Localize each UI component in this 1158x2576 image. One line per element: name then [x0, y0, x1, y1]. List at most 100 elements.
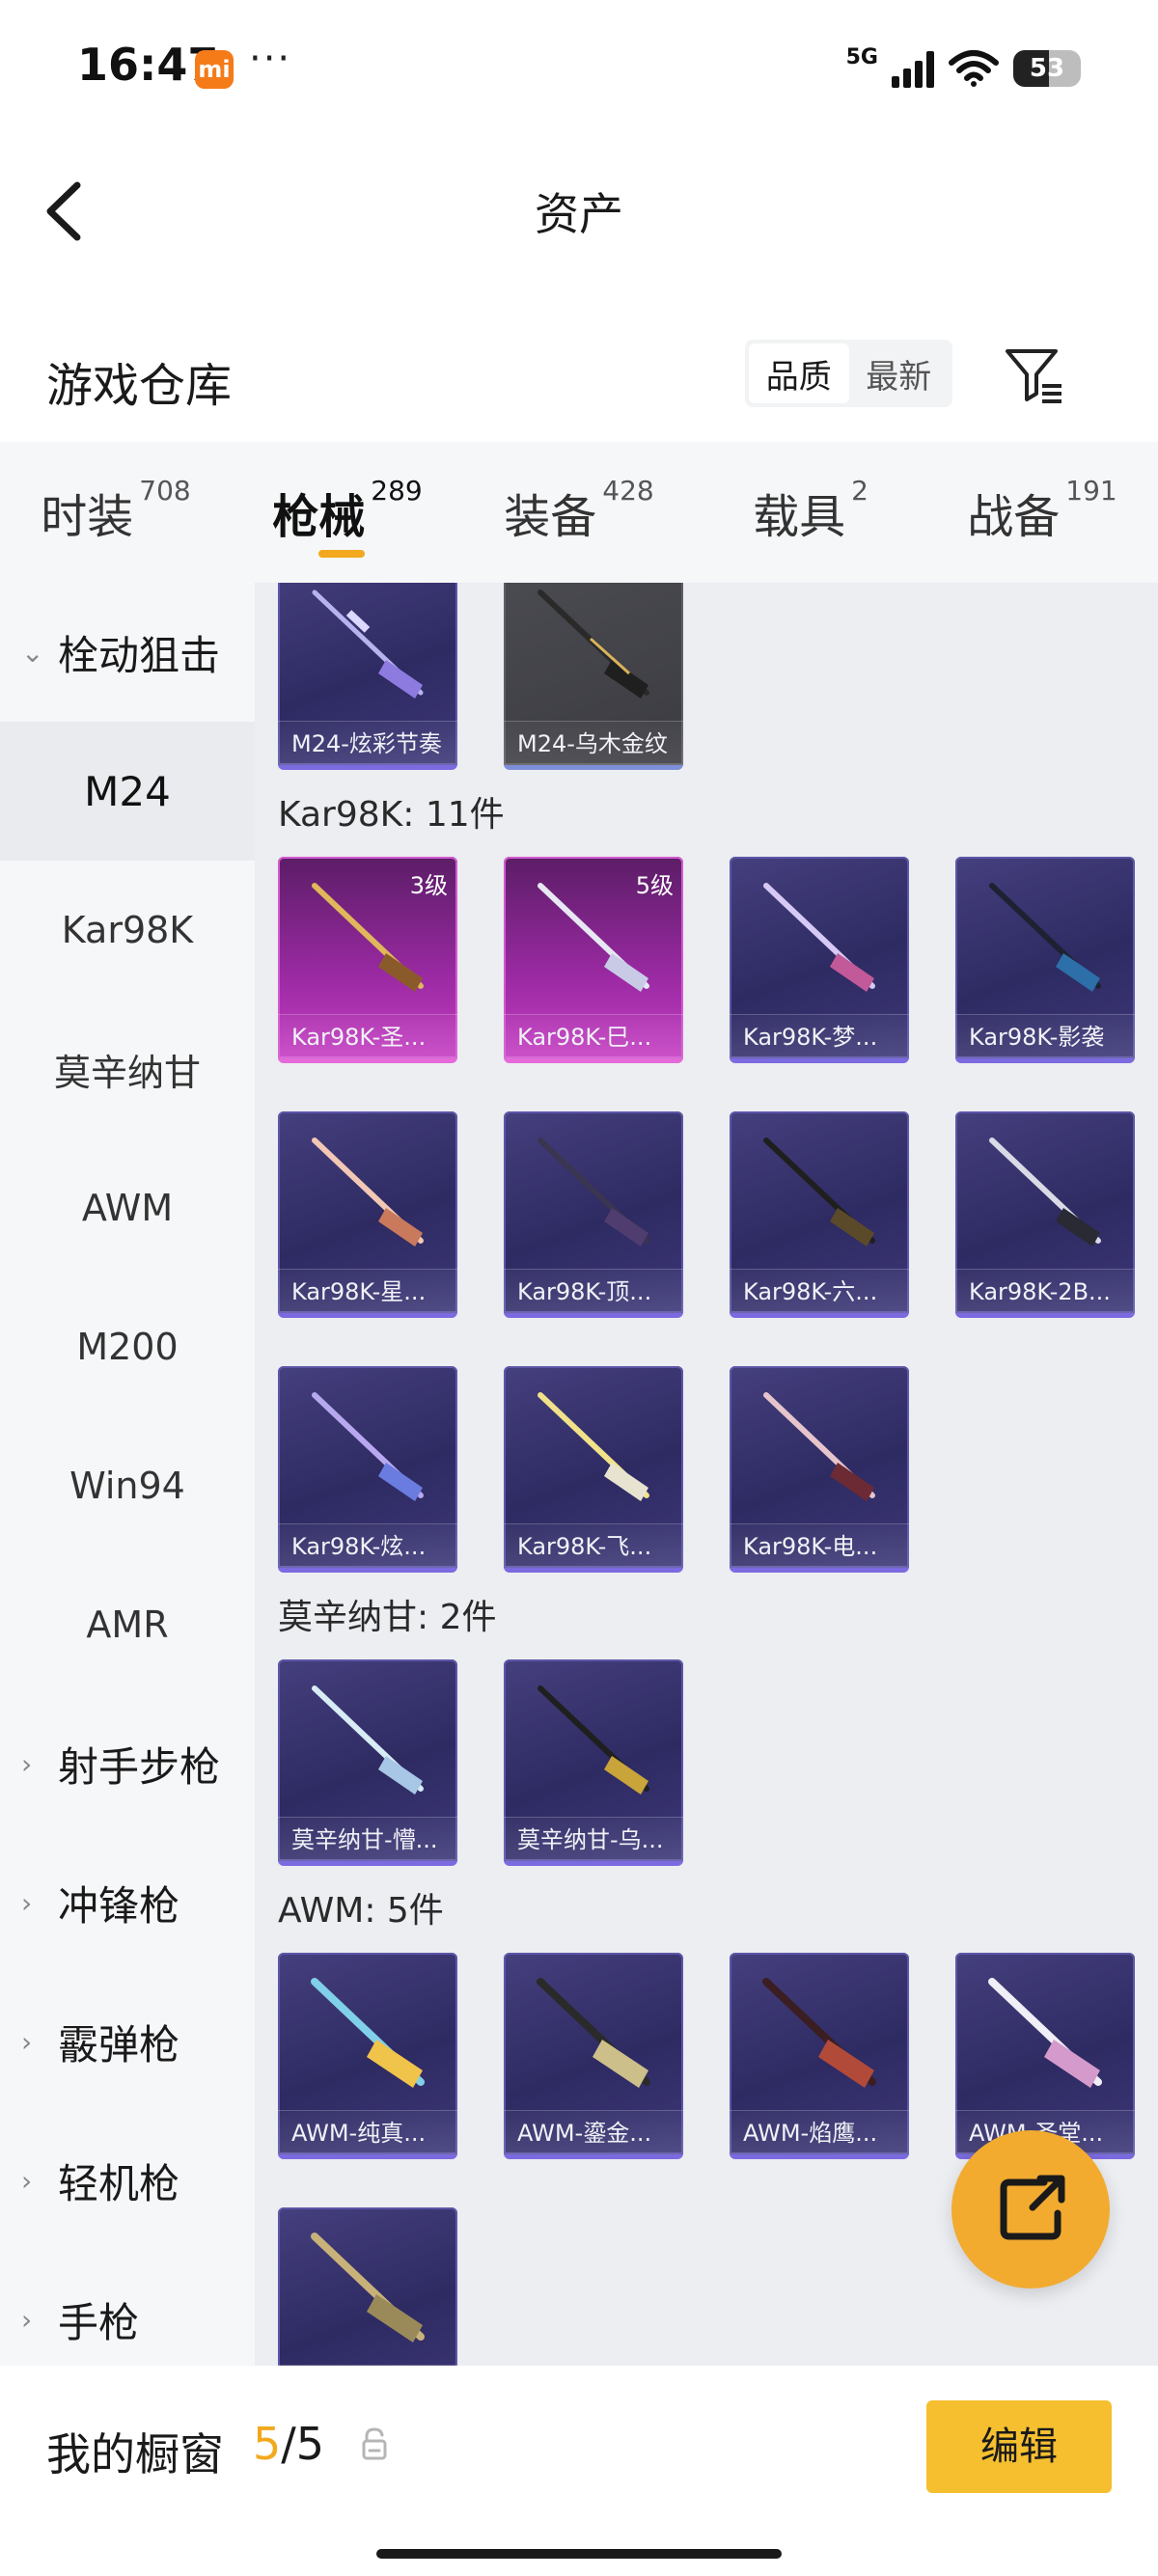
- sidebar-item-win94[interactable]: Win94: [0, 1416, 255, 1555]
- weapon-card[interactable]: 莫辛纳甘-乌...: [504, 1659, 683, 1866]
- weapon-card[interactable]: AWM-焰鹰...: [730, 1953, 909, 2159]
- showcase-current: 5: [253, 2418, 282, 2470]
- weapon-name: Kar98K-飞...: [504, 1523, 683, 1568]
- sidebar-item-awm[interactable]: AWM: [0, 1138, 255, 1277]
- wifi-icon: [949, 50, 999, 87]
- weapon-card[interactable]: AWM-圣堂...: [955, 1953, 1135, 2159]
- weapon-category-sidebar: ⌄ 栓动狙击 M24 Kar98K 莫辛纳甘 AWM M200 Win94 AM…: [0, 583, 255, 2366]
- tab-supplies[interactable]: 战备 191: [926, 442, 1158, 583]
- sidebar-group-lmg[interactable]: › 轻机枪: [0, 2111, 255, 2250]
- weapon-name: Kar98K-星...: [278, 1269, 457, 1313]
- weapon-card[interactable]: AWM-鎏金...: [504, 1953, 683, 2159]
- weapon-card[interactable]: 5级 Kar98K-巳...: [504, 857, 683, 1063]
- group-title-kar98k: Kar98K: 11件: [278, 795, 505, 835]
- edit-button[interactable]: 编辑: [926, 2400, 1112, 2493]
- sidebar-group-shotgun[interactable]: › 霰弹枪: [0, 1972, 255, 2111]
- weapon-name: AWM-鎏金...: [504, 2110, 683, 2154]
- weapon-card[interactable]: Kar98K-影袭: [955, 857, 1135, 1063]
- weapon-name: Kar98K-巳...: [504, 1014, 683, 1058]
- group-title-mosin: 莫辛纳甘: 2件: [278, 1598, 497, 1637]
- lock-icon[interactable]: [359, 2425, 390, 2462]
- weapon-card[interactable]: Kar98K-星...: [278, 1111, 457, 1318]
- weapon-card[interactable]: M24-炫彩节奏: [278, 583, 457, 770]
- rifle-icon: [988, 1978, 1102, 2088]
- tab-vehicles[interactable]: 载具 2: [695, 442, 926, 583]
- rifle-icon: [312, 589, 424, 699]
- sidebar-group-smg[interactable]: › 冲锋枪: [0, 1833, 255, 1972]
- weapon-card[interactable]: M24-乌木金纹: [504, 583, 683, 770]
- sidebar-item-label: 手枪: [58, 2298, 140, 2346]
- rifle-icon: [763, 883, 875, 992]
- sidebar-item-label: 轻机枪: [58, 2159, 180, 2207]
- rifle-icon: [762, 1978, 876, 2088]
- weapon-name: 莫辛纳甘-乌...: [504, 1817, 683, 1861]
- rifle-icon: [312, 1137, 424, 1247]
- rifle-icon: [763, 1392, 875, 1501]
- tab-firearms[interactable]: 枪械 289: [232, 442, 463, 583]
- page-title: 资产: [535, 188, 623, 240]
- tab-label: 载具: [753, 490, 846, 544]
- weapon-name: AWM-纯真...: [278, 2110, 457, 2154]
- weapon-card[interactable]: Kar98K-六...: [730, 1111, 909, 1318]
- share-button[interactable]: [951, 2130, 1110, 2288]
- rifle-icon: [311, 2233, 425, 2343]
- chevron-right-icon: ›: [21, 1886, 33, 1919]
- rifle-icon: [538, 883, 649, 992]
- tab-count: 289: [371, 475, 423, 507]
- tab-label: 战备: [967, 490, 1061, 544]
- tab-fashion[interactable]: 时装 708: [0, 442, 232, 583]
- weapon-card[interactable]: 3级 Kar98K-圣...: [278, 857, 457, 1063]
- category-tabs: 时装 708 枪械 289 装备 428 载具 2 战备 191: [0, 442, 1158, 583]
- weapon-card[interactable]: Kar98K-电...: [730, 1366, 909, 1573]
- sort-by-newest-button[interactable]: 最新: [849, 343, 950, 403]
- weapon-grid-area[interactable]: M24-炫彩节奏 M24-乌木金纹 Kar98K: 11件 3级 Kar98K-…: [255, 583, 1158, 2366]
- weapon-name: Kar98K-2B...: [955, 1269, 1135, 1313]
- weapon-name: Kar98K-炫...: [278, 1523, 457, 1568]
- sort-by-quality-button[interactable]: 品质: [749, 343, 849, 403]
- weapon-name: AWM-焰鹰...: [730, 2110, 909, 2154]
- showcase-label: 我的橱窗: [46, 2428, 224, 2480]
- battery-level: 53: [1029, 54, 1065, 83]
- chevron-right-icon: ›: [21, 2303, 33, 2336]
- asset-page: 16:47 mi ··· 5G 53 资产 游戏仓库 品质 最新 时装 708 …: [0, 0, 1158, 2576]
- weapon-name: Kar98K-顶...: [504, 1269, 683, 1313]
- tab-label: 时装: [41, 490, 134, 544]
- home-indicator[interactable]: [376, 2549, 782, 2559]
- sidebar-group-bolt-action[interactable]: ⌄ 栓动狙击: [0, 583, 255, 722]
- share-external-icon: [1000, 2175, 1065, 2240]
- sidebar-item-m200[interactable]: M200: [0, 1277, 255, 1416]
- filter-icon[interactable]: [1004, 345, 1065, 407]
- tab-equipment[interactable]: 装备 428: [463, 442, 695, 583]
- active-tab-indicator: [318, 550, 365, 558]
- rifle-icon: [763, 1137, 875, 1247]
- weapon-name: M24-炫彩节奏: [278, 721, 457, 765]
- tab-count: 2: [851, 475, 868, 507]
- nav-bar: 资产: [0, 135, 1158, 280]
- weapon-card[interactable]: Kar98K-炫...: [278, 1366, 457, 1573]
- sidebar-item-mosin[interactable]: 莫辛纳甘: [0, 1000, 255, 1138]
- weapon-card[interactable]: Kar98K-梦...: [730, 857, 909, 1063]
- weapon-name: Kar98K-圣...: [278, 1014, 457, 1058]
- rifle-icon: [312, 883, 424, 992]
- tab-label: 枪械: [272, 490, 366, 544]
- tab-label: 装备: [504, 490, 597, 544]
- weapon-card[interactable]: AWM-纯真...: [278, 1953, 457, 2159]
- status-indicators: 5G 53: [846, 44, 1081, 93]
- rifle-icon: [312, 1685, 424, 1795]
- rifle-icon: [312, 1392, 424, 1501]
- weapon-card[interactable]: 莫辛纳甘-懵...: [278, 1659, 457, 1866]
- sidebar-group-pistol[interactable]: › 手枪: [0, 2250, 255, 2366]
- sidebar-item-label: 射手步枪: [58, 1742, 221, 1791]
- weapon-card[interactable]: [278, 2207, 457, 2366]
- weapon-card[interactable]: Kar98K-顶...: [504, 1111, 683, 1318]
- sidebar-group-dmr[interactable]: › 射手步枪: [0, 1694, 255, 1833]
- sidebar-item-m24[interactable]: M24: [0, 722, 255, 861]
- sidebar-item-kar98k[interactable]: Kar98K: [0, 861, 255, 1000]
- weapon-name: M24-乌木金纹: [504, 721, 683, 765]
- weapon-card[interactable]: Kar98K-2B...: [955, 1111, 1135, 1318]
- rifle-icon: [538, 589, 649, 699]
- sidebar-item-amr[interactable]: AMR: [0, 1555, 255, 1694]
- mosin-grid: 莫辛纳甘-懵... 莫辛纳甘-乌...: [278, 1659, 1146, 1866]
- weapon-card[interactable]: Kar98K-飞...: [504, 1366, 683, 1573]
- group-title-awm: AWM: 5件: [278, 1891, 444, 1931]
